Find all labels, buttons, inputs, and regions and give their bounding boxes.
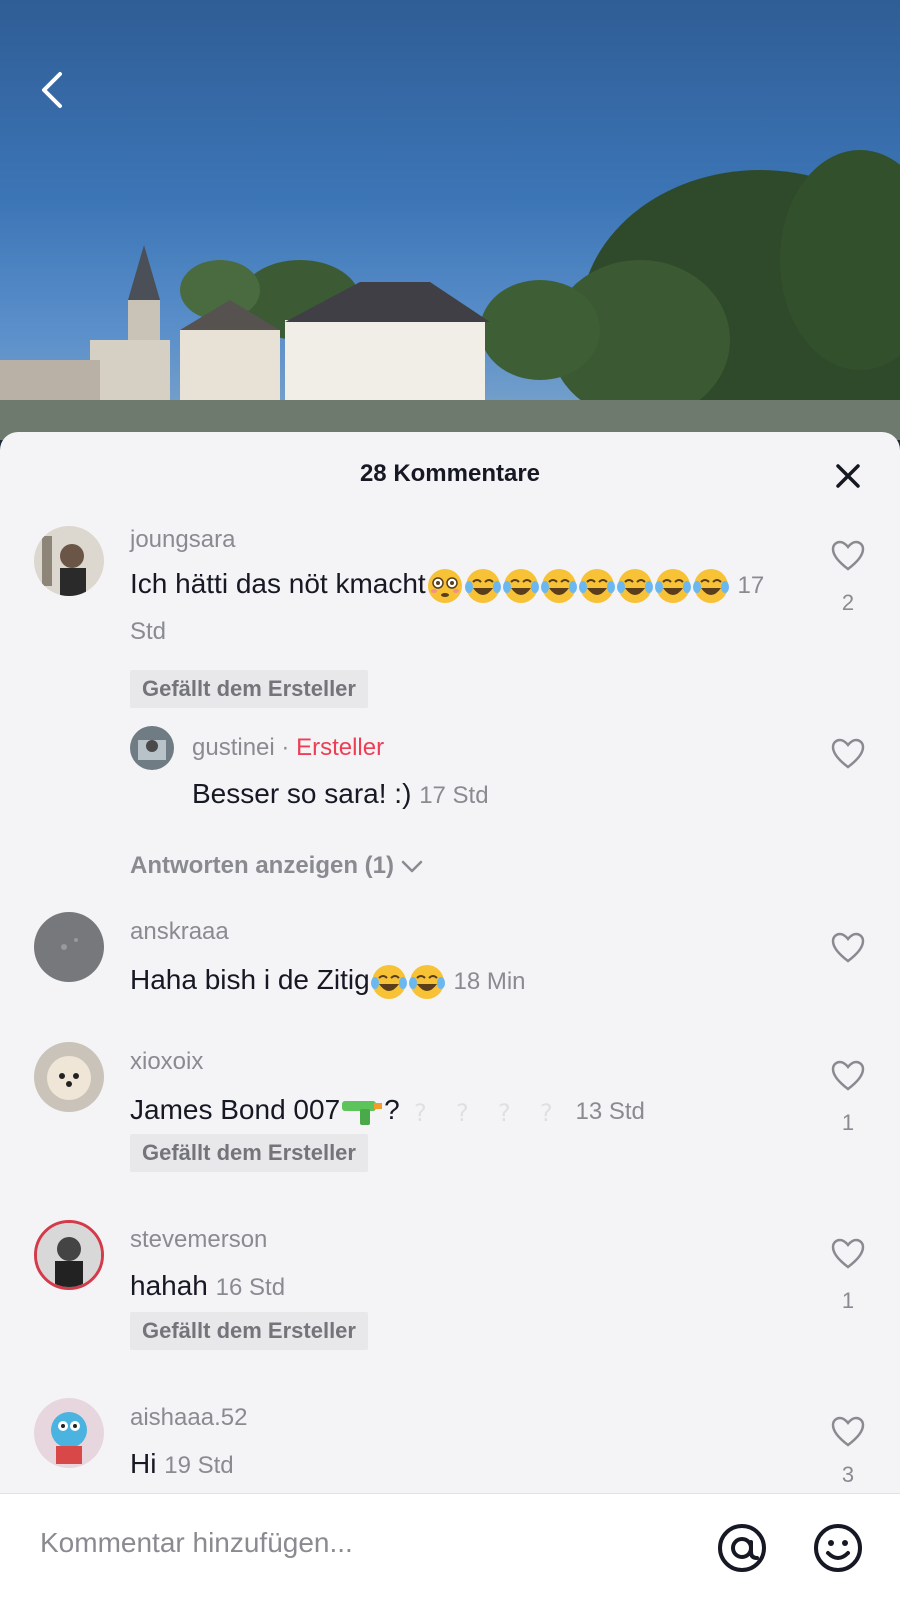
comment-username[interactable]: joungsara (130, 526, 235, 554)
svg-text:?: ? (540, 1099, 553, 1127)
like-count: 2 (841, 590, 855, 615)
comments-list[interactable]: joungsara Ich hätti das nöt kmacht 17 St… (0, 512, 900, 1522)
username-separator: · (281, 734, 290, 761)
laughing-emoji-icon (616, 568, 653, 603)
avatar[interactable] (130, 726, 174, 770)
laughing-emoji-icon (464, 568, 501, 603)
comment-time: 16 Std (215, 1274, 286, 1301)
like-count: 3 (841, 1462, 855, 1487)
at-icon[interactable] (716, 1522, 768, 1574)
heart-outline-icon[interactable] (830, 736, 866, 772)
comment-body-suffix: ? (384, 1094, 400, 1125)
laughing-emoji-icon (654, 568, 691, 603)
heart-outline-icon[interactable] (830, 538, 866, 574)
comment-username[interactable]: anskraaa (130, 918, 229, 946)
svg-text:?: ? (414, 1099, 427, 1127)
view-replies-label: Antworten anzeigen (1) (130, 852, 395, 879)
comment-item: xioxoix James Bond 007????? 13 Std Gefäl… (0, 1042, 900, 1192)
water-pistol-emoji-icon (342, 1100, 383, 1125)
comment-input[interactable] (38, 1526, 662, 1560)
video-background (0, 0, 900, 440)
comment-text: Ich hätti das nöt kmacht 17 Std (130, 562, 790, 654)
heart-outline-icon[interactable] (830, 1058, 866, 1094)
creator-badge: Ersteller (296, 734, 385, 761)
comments-sheet: 28 Kommentare joungsara Ich hätti das nö… (0, 432, 900, 1600)
laughing-emoji-icon (540, 568, 577, 603)
city-scene (0, 150, 900, 440)
comment-body: Besser so sara! :) (192, 778, 412, 809)
comment-body: Hi (130, 1448, 157, 1479)
svg-text:?: ? (498, 1099, 511, 1127)
comment-item: anskraaa Haha bish i de Zitig 18 Min (0, 912, 900, 1012)
chevron-left-icon[interactable] (34, 70, 74, 110)
chevron-down-icon (401, 860, 422, 872)
comment-body: Haha bish i de Zitig (130, 964, 370, 995)
comment-text: Besser so sara! :) 17 Std (192, 772, 852, 818)
view-replies-button[interactable]: Antworten anzeigen (1) (130, 852, 423, 880)
heart-outline-icon[interactable] (830, 1236, 866, 1272)
comment-username[interactable]: aishaaa.52 (130, 1404, 247, 1432)
flushed-emoji-icon (427, 568, 462, 603)
laughing-emoji-icon (692, 568, 729, 603)
comments-count-title: 28 Kommentare (359, 460, 541, 487)
liked-by-creator-badge: Gefällt dem Ersteller (130, 1134, 368, 1172)
comment-item: stevemerson hahah 16 Std Gefällt dem Ers… (0, 1220, 900, 1370)
comment-time: 13 Std (575, 1098, 645, 1125)
comment-time: 19 Std (164, 1452, 234, 1479)
comment-text: Haha bish i de Zitig 18 Min (130, 958, 790, 1004)
svg-text:?: ? (456, 1099, 469, 1127)
comment-username[interactable]: stevemerson (130, 1226, 267, 1254)
comment-username[interactable]: gustinei (192, 734, 275, 761)
comment-text: Hi 19 Std (130, 1442, 790, 1488)
laughing-emoji-icon (502, 568, 539, 603)
heart-outline-icon[interactable] (830, 930, 866, 966)
comment-time: 18 Min (453, 968, 526, 995)
missing-glyph-icon: ? (540, 1099, 553, 1127)
like-count: 1 (841, 1288, 855, 1313)
laughing-emoji-icon (408, 964, 445, 999)
like-count: 1 (841, 1110, 855, 1135)
heart-outline-icon[interactable] (830, 1414, 866, 1450)
comment-text: hahah 16 Std (130, 1264, 790, 1310)
comment-text: James Bond 007????? 13 Std (130, 1088, 790, 1134)
comment-body: Ich hätti das nöt kmacht (130, 568, 426, 599)
missing-glyph-icon: ? (456, 1099, 469, 1127)
avatar[interactable] (34, 1220, 104, 1290)
laughing-emoji-icon (370, 964, 407, 999)
comment-time: 17 Std (419, 782, 489, 809)
missing-glyph-icon: ? (414, 1099, 427, 1127)
avatar[interactable] (34, 1398, 104, 1468)
laughing-emoji-icon (578, 568, 615, 603)
reply-item: gustinei · Ersteller Besser so sara! :) … (0, 722, 900, 822)
comment-body: James Bond 007 (130, 1094, 341, 1125)
missing-glyph-icon: ? (498, 1099, 511, 1127)
close-icon[interactable] (834, 462, 862, 490)
comment-item: joungsara Ich hätti das nöt kmacht 17 St… (0, 520, 900, 720)
avatar[interactable] (34, 1042, 104, 1112)
avatar[interactable] (34, 912, 104, 982)
comment-composer (0, 1493, 900, 1600)
avatar[interactable] (34, 526, 104, 596)
liked-by-creator-badge: Gefällt dem Ersteller (130, 1312, 368, 1350)
comment-username[interactable]: xioxoix (130, 1048, 203, 1076)
emoji-icon[interactable] (812, 1522, 864, 1574)
reply-username-line: gustinei · Ersteller (192, 734, 384, 762)
comment-body: hahah (130, 1270, 208, 1301)
liked-by-creator-badge: Gefällt dem Ersteller (130, 670, 368, 708)
